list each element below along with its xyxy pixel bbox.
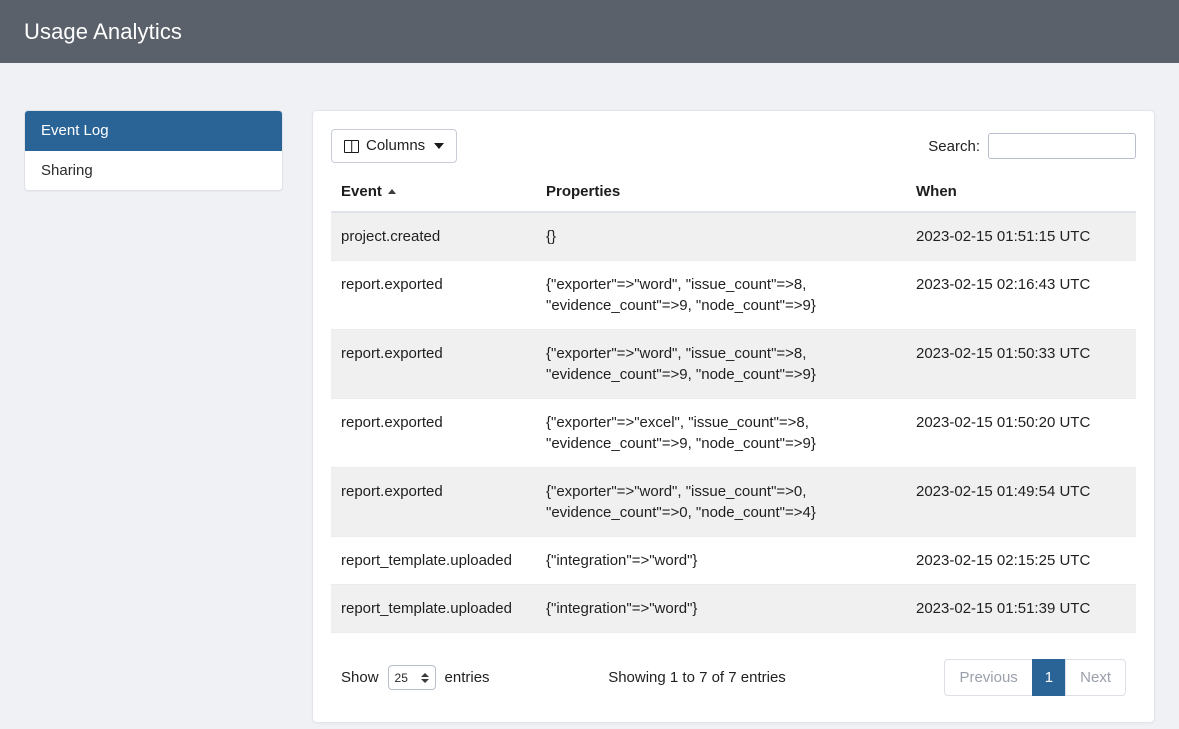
app-header: Usage Analytics: [0, 0, 1179, 63]
page-title: Usage Analytics: [24, 18, 183, 44]
properties-line: {"exporter"=>"word", "issue_count"=>8,: [546, 345, 807, 362]
table-row[interactable]: report.exported {"exporter"=>"word", "iss…: [331, 329, 1136, 399]
column-header-label: Properties: [546, 183, 621, 200]
cell-properties: {"integration"=>"word"}: [536, 536, 906, 585]
sort-ascending-icon: [387, 189, 396, 194]
properties-line: {"exporter"=>"word", "issue_count"=>0,: [546, 483, 807, 500]
event-log-card: Columns Search: Event Properties When pr…: [312, 110, 1155, 723]
search-filter: Search:: [928, 133, 1136, 159]
cell-event: report_template.uploaded: [331, 536, 536, 585]
stepper-arrows-icon: [420, 672, 429, 683]
pagination-page-1-button[interactable]: 1: [1031, 659, 1067, 696]
sidebar-item-label: Event Log: [41, 122, 109, 139]
properties-line: "evidence_count"=>0, "node_count"=>4}: [546, 504, 816, 521]
properties-line: {"integration"=>"word"}: [546, 552, 698, 569]
sidebar-item-event-log[interactable]: Event Log: [25, 111, 282, 151]
column-header-label: Event: [341, 183, 382, 200]
table-head: Event Properties When: [331, 173, 1136, 213]
sidebar: Event Log Sharing: [24, 110, 283, 191]
pagination-previous-button[interactable]: Previous: [944, 659, 1033, 696]
search-label: Search:: [928, 137, 980, 155]
properties-line: "evidence_count"=>9, "node_count"=>9}: [546, 366, 816, 383]
cell-properties: {"exporter"=>"word", "issue_count"=>0, "e…: [536, 467, 906, 537]
cell-properties: {"integration"=>"word"}: [536, 584, 906, 633]
table-toolbar: Columns Search:: [331, 129, 1136, 173]
page-length-select[interactable]: 25: [387, 665, 436, 690]
cell-event: report_template.uploaded: [331, 584, 536, 633]
table-row[interactable]: project.created {} 2023-02-15 01:51:15 UTC: [331, 212, 1136, 261]
properties-line: {}: [546, 228, 557, 245]
properties-line: "evidence_count"=>9, "node_count"=>9}: [546, 435, 816, 452]
cell-properties: {"exporter"=>"excel", "issue_count"=>8, "…: [536, 398, 906, 468]
cell-event: report.exported: [331, 467, 536, 537]
columns-button-label: Columns: [366, 137, 426, 154]
properties-line: "evidence_count"=>9, "node_count"=>9}: [546, 297, 816, 314]
cell-properties: {"exporter"=>"word", "issue_count"=>8, "e…: [536, 260, 906, 330]
properties-line: {"exporter"=>"word", "issue_count"=>8,: [546, 276, 807, 293]
page-body: Event Log Sharing Columns Search: Event …: [0, 63, 1179, 723]
table-info: Showing 1 to 7 of 7 entries: [608, 669, 786, 686]
show-label: Show: [341, 669, 379, 686]
cell-when: 2023-02-15 01:49:54 UTC: [906, 467, 1136, 537]
cell-when: 2023-02-15 01:51:39 UTC: [906, 584, 1136, 633]
cell-event: report.exported: [331, 398, 536, 468]
column-header-properties[interactable]: Properties: [536, 173, 906, 213]
cell-when: 2023-02-15 02:15:25 UTC: [906, 536, 1136, 585]
page-length-menu: Show 25 entries: [341, 665, 490, 690]
properties-line: {"integration"=>"word"}: [546, 600, 698, 617]
table-row[interactable]: report_template.uploaded {"integration"=>…: [331, 584, 1136, 633]
sidebar-item-label: Sharing: [41, 162, 93, 179]
cell-when: 2023-02-15 02:16:43 UTC: [906, 260, 1136, 330]
column-header-when[interactable]: When: [906, 173, 1136, 213]
table-row[interactable]: report_template.uploaded {"integration"=>…: [331, 536, 1136, 585]
properties-line: {"exporter"=>"excel", "issue_count"=>8,: [546, 414, 809, 431]
sidebar-item-sharing[interactable]: Sharing: [25, 151, 282, 190]
cell-event: project.created: [331, 212, 536, 261]
event-log-table: Event Properties When project.created {} 2…: [331, 173, 1136, 633]
columns-button[interactable]: Columns: [331, 129, 458, 163]
cell-properties: {"exporter"=>"word", "issue_count"=>8, "e…: [536, 329, 906, 399]
search-input[interactable]: [988, 133, 1136, 159]
column-header-event[interactable]: Event: [331, 173, 536, 213]
cell-when: 2023-02-15 01:51:15 UTC: [906, 212, 1136, 261]
table-row[interactable]: report.exported {"exporter"=>"word", "iss…: [331, 467, 1136, 537]
cell-when: 2023-02-15 01:50:33 UTC: [906, 329, 1136, 399]
chevron-down-icon: [434, 143, 445, 149]
table-body: project.created {} 2023-02-15 01:51:15 UTC…: [331, 212, 1136, 633]
pagination-next-button[interactable]: Next: [1065, 659, 1126, 696]
cell-event: report.exported: [331, 329, 536, 399]
table-row[interactable]: report.exported {"exporter"=>"excel", "is…: [331, 398, 1136, 468]
table-header-row: Event Properties When: [331, 173, 1136, 213]
table-row[interactable]: report.exported {"exporter"=>"word", "iss…: [331, 260, 1136, 330]
cell-properties: {}: [536, 212, 906, 261]
table-footer: Show 25 entries Showing 1 to 7 of 7 entr…: [331, 633, 1136, 714]
cell-when: 2023-02-15 01:50:20 UTC: [906, 398, 1136, 468]
table-columns-icon: [344, 139, 359, 153]
page-length-value: 25: [394, 670, 408, 685]
cell-event: report.exported: [331, 260, 536, 330]
entries-label: entries: [444, 669, 490, 686]
pagination: Previous 1 Next: [944, 659, 1126, 696]
column-header-label: When: [916, 183, 957, 200]
